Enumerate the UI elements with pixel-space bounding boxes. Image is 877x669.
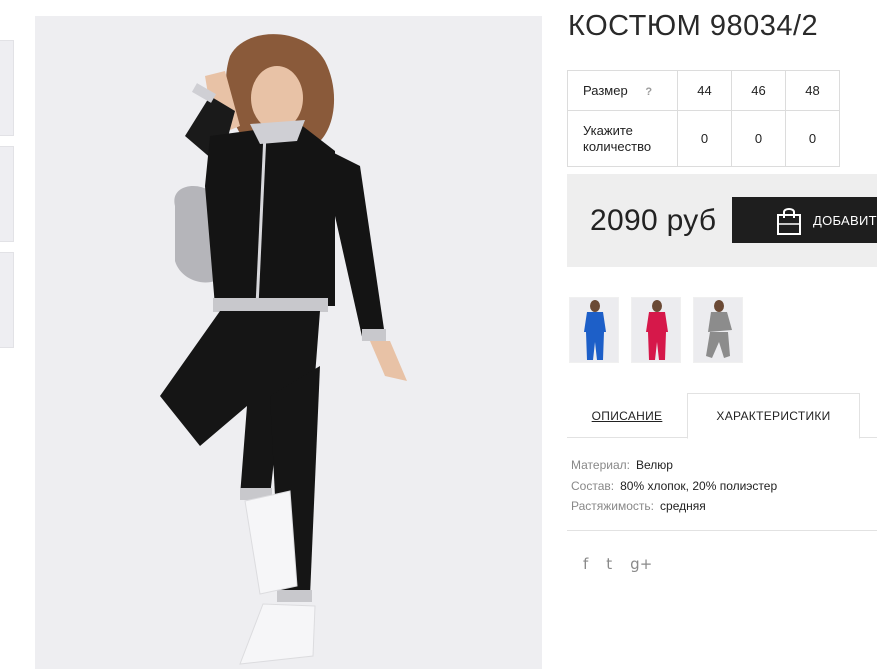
variant-grey-thumbnail (706, 300, 732, 358)
color-variants (569, 297, 743, 363)
spec-row-material: Материал: Велюр (571, 455, 777, 476)
size-help-icon[interactable]: ? (645, 86, 652, 98)
add-to-cart-label: ДОБАВИТЬ (813, 212, 877, 228)
gallery-thumbnail[interactable] (0, 40, 14, 136)
spec-value: средняя (660, 499, 706, 513)
facebook-icon[interactable]: f (583, 555, 588, 573)
spec-value: Велюр (635, 458, 673, 472)
gallery-thumbnail-strip (0, 40, 14, 358)
variant-blue-thumbnail (584, 300, 606, 360)
spec-key: Состав: (571, 478, 615, 493)
product-title: КОСТЮМ 98034/2 (568, 10, 819, 42)
gallery-thumbnail[interactable] (0, 252, 14, 348)
color-variant-grey[interactable] (693, 297, 743, 363)
variant-red-thumbnail (646, 300, 668, 360)
model-photo-illustration (35, 16, 542, 669)
color-variant-blue[interactable] (569, 297, 619, 363)
quantity-label-line1: Укажите (583, 122, 633, 138)
size-row: Размер ? 44 46 48 (567, 70, 840, 111)
size-option-44: 44 (677, 70, 732, 111)
quantity-row: Укажите количество 0 0 0 (567, 110, 840, 167)
quantity-input-48[interactable]: 0 (785, 110, 840, 167)
product-price: 2090 руб (590, 204, 717, 237)
divider (567, 530, 877, 531)
size-quantity-table: Размер ? 44 46 48 Укажите количество 0 0… (567, 70, 840, 167)
spec-row-composition: Состав: 80% хлопок, 20% полиэстер (571, 476, 777, 497)
twitter-icon[interactable]: t (606, 555, 612, 573)
characteristics-list: Материал: Велюр Состав: 80% хлопок, 20% по… (571, 455, 777, 517)
price-panel: 2090 руб ДОБАВИТЬ (567, 174, 877, 267)
product-tabs: ОПИСАНИЕ ХАРАКТЕРИСТИКИ (567, 393, 877, 439)
quantity-label-line2: количество (583, 138, 652, 154)
spec-key: Материал: (571, 458, 630, 472)
tab-characteristics[interactable]: ХАРАКТЕРИСТИКИ (687, 393, 860, 439)
gallery-thumbnail[interactable] (0, 146, 14, 242)
spec-key: Растяжимость: (571, 499, 655, 513)
shopping-bag-icon (777, 208, 801, 235)
quantity-label-cell: Укажите количество (567, 110, 678, 167)
social-share: f t g+ (583, 555, 652, 573)
add-to-cart-button[interactable]: ДОБАВИТЬ (732, 197, 877, 243)
color-variant-red[interactable] (631, 297, 681, 363)
main-product-image[interactable] (35, 16, 542, 669)
size-label-cell: Размер ? (567, 70, 678, 111)
google-plus-icon[interactable]: g+ (630, 555, 652, 573)
spec-row-stretch: Растяжимость: средняя (571, 496, 777, 517)
size-option-46: 46 (731, 70, 786, 111)
size-label: Размер (583, 83, 628, 98)
quantity-input-46[interactable]: 0 (731, 110, 786, 167)
spec-value: 80% хлопок, 20% полиэстер (620, 478, 778, 493)
quantity-input-44[interactable]: 0 (677, 110, 732, 167)
tab-description[interactable]: ОПИСАНИЕ (567, 393, 687, 438)
size-option-48: 48 (785, 70, 840, 111)
